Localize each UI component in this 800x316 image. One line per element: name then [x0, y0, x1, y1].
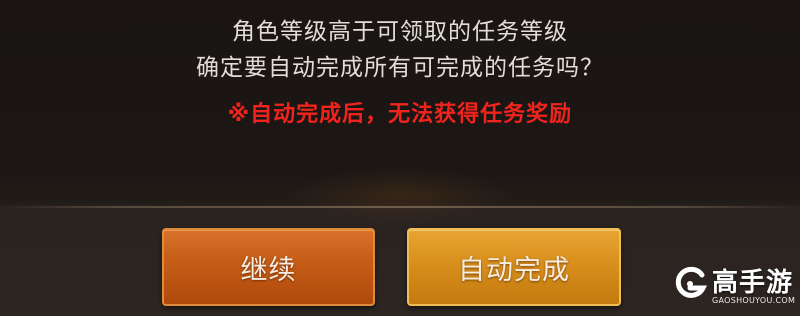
dialog-divider [0, 206, 800, 208]
watermark-url: GAOSHOUYOU.COM [712, 296, 796, 305]
gaoshouyou-logo-icon [675, 266, 707, 298]
auto-complete-button-label: 自动完成 [458, 254, 570, 286]
message-line-1: 角色等级高于可领取的任务等级 [232, 19, 568, 45]
auto-complete-button[interactable]: 自动完成 [407, 228, 621, 306]
continue-button-label: 继续 [240, 254, 297, 286]
message-line-2: 确定要自动完成所有可完成的任务吗？ [196, 55, 604, 81]
continue-button[interactable]: 继续 [162, 228, 375, 306]
warning-text: ※自动完成后，无法获得任务奖励 [227, 102, 573, 127]
task-confirm-dialog: 角色等级高于可领取的任务等级 确定要自动完成所有可完成的任务吗？ ※自动完成后，… [0, 0, 800, 316]
watermark: 高手游 GAOSHOUYOU.COM [672, 260, 796, 310]
dialog-message-area: 角色等级高于可领取的任务等级 确定要自动完成所有可完成的任务吗？ ※自动完成后，… [0, 0, 800, 207]
watermark-title: 高手游 [712, 268, 794, 298]
